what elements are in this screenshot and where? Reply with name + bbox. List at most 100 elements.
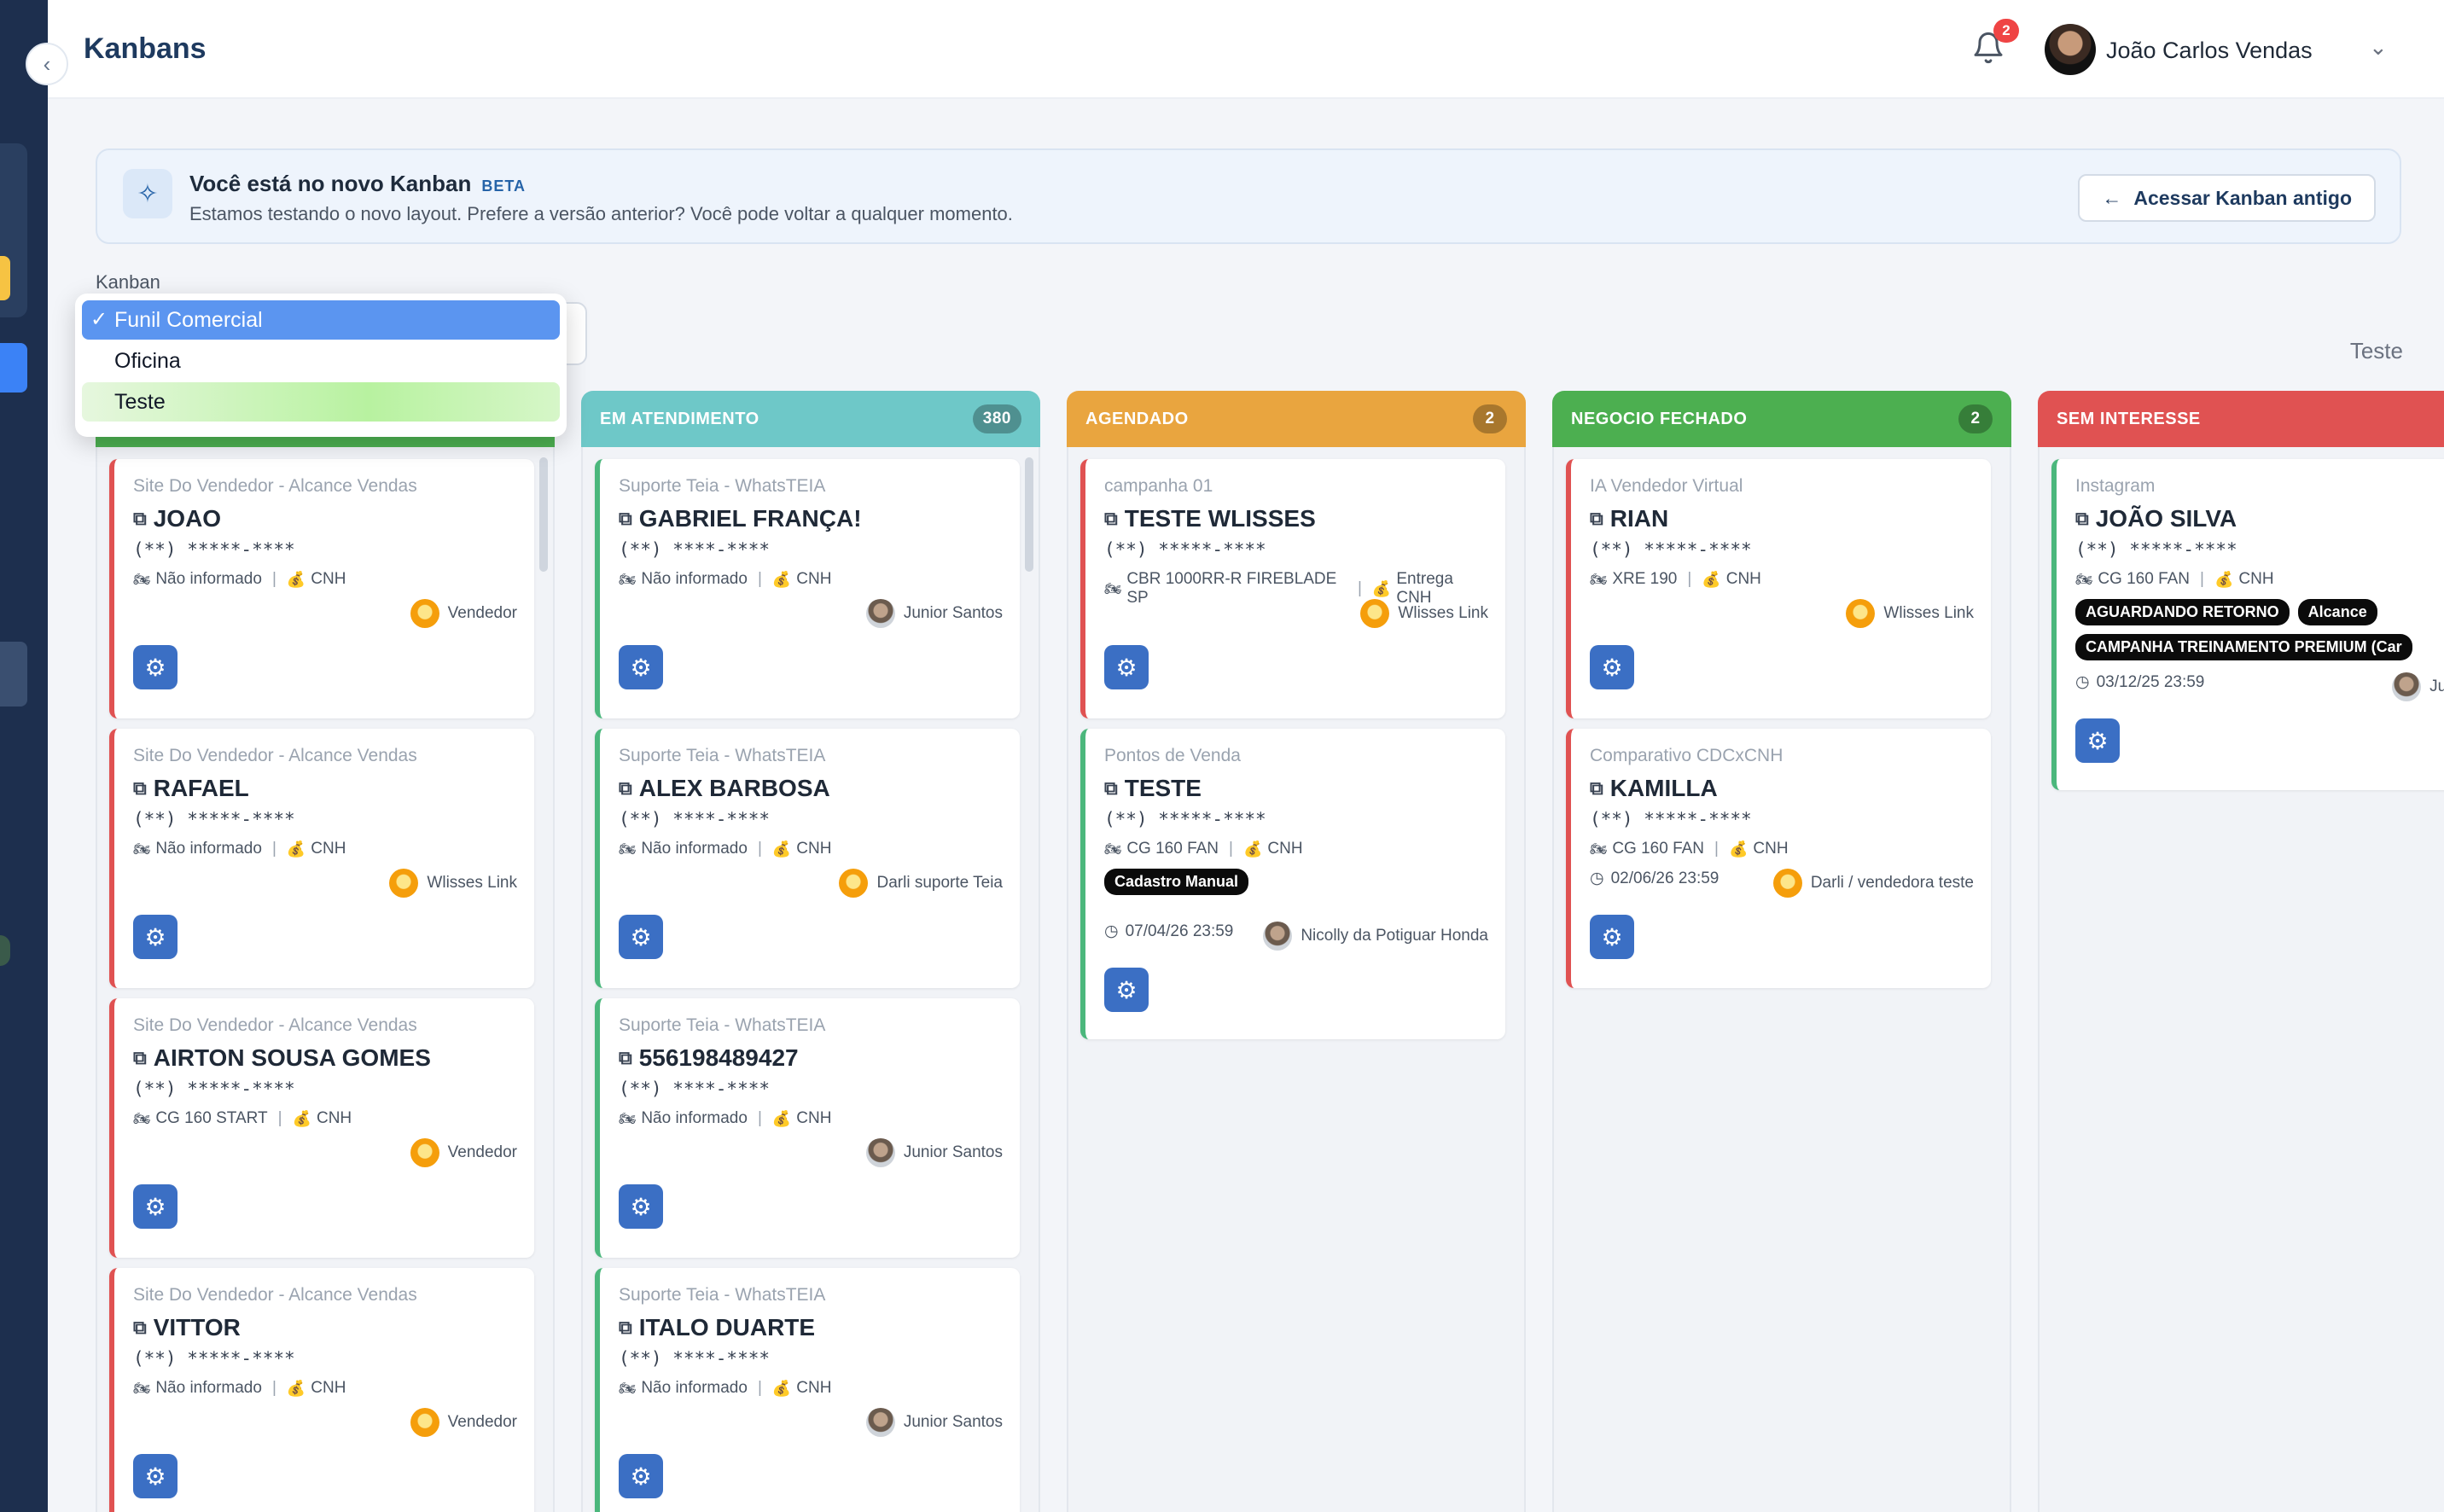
- card-phone: (**) ****-****: [619, 809, 771, 829]
- motorcycle-icon: 🏍: [1104, 842, 1122, 857]
- card-name[interactable]: ⧉ TESTE WLISSES: [1104, 505, 1487, 532]
- kanban-dropdown[interactable]: ✓ Funil Comercial Oficina Teste: [75, 294, 567, 437]
- old-kanban-button[interactable]: ← Acessar Kanban antigo: [2078, 174, 2376, 222]
- column-title: SEM INTERESSE: [2057, 409, 2201, 428]
- external-link-icon[interactable]: ⧉: [133, 1047, 147, 1069]
- card-name[interactable]: ⧉ ALEX BARBOSA: [619, 775, 1001, 802]
- card-owner-name: Wlisses Link: [1398, 604, 1488, 622]
- card-vehicle: CG 160 FAN: [2098, 570, 2191, 588]
- tag-badge: Alcance: [2297, 599, 2377, 625]
- card-meta: 🏍 Não informado | 💰 CNH: [619, 570, 1001, 589]
- card-name[interactable]: ⧉ 556198489427: [619, 1044, 1001, 1072]
- sidebar-item[interactable]: [0, 935, 10, 966]
- lead-card[interactable]: campanha 01 ⧉ TESTE WLISSES (**) *****-****…: [1080, 459, 1505, 718]
- card-name[interactable]: ⧉ RAFAEL: [133, 775, 515, 802]
- card-name[interactable]: ⧉ JOÃO SILVA: [2075, 505, 2444, 532]
- card-name[interactable]: ⧉ TESTE: [1104, 775, 1487, 802]
- ai-bot-button[interactable]: ⚙: [1104, 968, 1149, 1012]
- external-link-icon[interactable]: ⧉: [133, 508, 147, 530]
- lead-card[interactable]: IA Vendedor Virtual ⧉ RIAN (**) *****-**** 🏍…: [1566, 459, 1991, 718]
- external-link-icon[interactable]: ⧉: [133, 777, 147, 800]
- dropdown-option[interactable]: Oficina: [82, 341, 560, 381]
- ai-bot-button[interactable]: ⚙: [133, 1184, 177, 1229]
- beta-banner: ✧ Você está no novo Kanban BETA Estamos t…: [96, 148, 2401, 244]
- ai-bot-button[interactable]: ⚙: [619, 645, 663, 689]
- ai-bot-button[interactable]: ⚙: [1590, 645, 1634, 689]
- ai-bot-button[interactable]: ⚙: [1590, 915, 1634, 959]
- lead-card[interactable]: Suporte Teia - WhatsTEIA ⧉ ITALO DUARTE (**…: [595, 1268, 1020, 1512]
- card-name[interactable]: ⧉ JOAO: [133, 505, 515, 532]
- collapse-sidebar-button[interactable]: ‹: [26, 43, 68, 85]
- lead-card[interactable]: Site Do Vendedor - Alcance Vendas ⧉ JOAO (*…: [109, 459, 534, 718]
- ai-bot-button[interactable]: ⚙: [1104, 645, 1149, 689]
- column-header[interactable]: SEM INTERESSE: [2038, 391, 2444, 447]
- column-header[interactable]: NEGOCIO FECHADO 2: [1552, 391, 2011, 447]
- external-link-icon[interactable]: ⧉: [619, 1047, 632, 1069]
- chevron-down-icon[interactable]: ⌄: [2369, 34, 2388, 61]
- dropdown-option[interactable]: ✓ Funil Comercial: [82, 300, 560, 340]
- external-link-icon[interactable]: ⧉: [1104, 508, 1118, 530]
- ai-bot-button[interactable]: ⚙: [133, 1454, 177, 1498]
- card-date: ◷ 03/12/25 23:59: [2075, 672, 2204, 692]
- card-name[interactable]: ⧉ GABRIEL FRANÇA!: [619, 505, 1001, 532]
- card-phone: (**) *****-****: [133, 1348, 295, 1369]
- column-body: campanha 01 ⧉ TESTE WLISSES (**) *****-****…: [1067, 447, 1526, 1512]
- external-link-icon[interactable]: ⧉: [619, 1317, 632, 1339]
- card-owner-name: Wlisses Link: [1883, 604, 1974, 622]
- card-source: Suporte Teia - WhatsTEIA: [619, 746, 826, 765]
- ai-bot-button[interactable]: ⚙: [619, 915, 663, 959]
- card-name[interactable]: ⧉ ITALO DUARTE: [619, 1314, 1001, 1341]
- ai-bot-button[interactable]: ⚙: [2075, 718, 2120, 763]
- external-link-icon[interactable]: ⧉: [133, 1317, 147, 1339]
- clock-icon: ◷: [2075, 673, 2090, 691]
- lead-card[interactable]: Pontos de Venda ⧉ TESTE (**) *****-**** 🏍 CG …: [1080, 729, 1505, 1039]
- chevron-left-icon: ‹: [43, 50, 51, 77]
- lead-card[interactable]: Suporte Teia - WhatsTEIA ⧉ ALEX BARBOSA (**…: [595, 729, 1020, 988]
- column-header[interactable]: AGENDADO 2: [1067, 391, 1526, 447]
- external-link-icon[interactable]: ⧉: [2075, 508, 2089, 530]
- card-name[interactable]: ⧉ AIRTON SOUSA GOMES: [133, 1044, 515, 1072]
- ai-bot-button[interactable]: ⚙: [619, 1454, 663, 1498]
- card-name[interactable]: ⧉ RIAN: [1590, 505, 1972, 532]
- money-bag-icon: 💰: [771, 570, 792, 588]
- sidebar-item[interactable]: [0, 642, 27, 707]
- external-link-icon[interactable]: ⧉: [619, 777, 632, 800]
- sidebar-item[interactable]: [0, 343, 27, 393]
- lead-card[interactable]: Instagram ⧉ JOÃO SILVA (**) *****-**** 🏍 CG 1…: [2051, 459, 2444, 790]
- ai-bot-button[interactable]: ⚙: [133, 915, 177, 959]
- card-name[interactable]: ⧉ VITTOR: [133, 1314, 515, 1341]
- card-source: campanha 01: [1104, 476, 1213, 496]
- lead-card[interactable]: Comparativo CDCxCNH ⧉ KAMILLA (**) *****-**…: [1566, 729, 1991, 988]
- user-name[interactable]: João Carlos Vendas: [2106, 38, 2313, 64]
- money-bag-icon: 💰: [286, 840, 306, 858]
- card-name-text: GABRIEL FRANÇA!: [638, 505, 862, 532]
- avatar[interactable]: [2045, 24, 2096, 75]
- card-name[interactable]: ⧉ KAMILLA: [1590, 775, 1972, 802]
- card-owner-name: Junior Santos: [903, 1143, 1003, 1161]
- lead-card[interactable]: Suporte Teia - WhatsTEIA ⧉ GABRIEL FRANÇA!…: [595, 459, 1020, 718]
- card-vehicle: Não informado: [155, 840, 262, 858]
- ai-bot-button[interactable]: ⚙: [133, 645, 177, 689]
- column-title: AGENDADO: [1085, 409, 1189, 428]
- owner-avatar: [865, 1408, 895, 1437]
- external-link-icon[interactable]: ⧉: [1590, 508, 1603, 530]
- page-title: Kanbans: [84, 32, 207, 65]
- column-header[interactable]: EM ATENDIMENTO 380: [581, 391, 1040, 447]
- card-owner-name: Juni: [2429, 677, 2444, 695]
- card-phone: (**) ****-****: [619, 539, 771, 560]
- lead-card[interactable]: Site Do Vendedor - Alcance Vendas ⧉ AIRTON…: [109, 998, 534, 1258]
- lead-card[interactable]: Site Do Vendedor - Alcance Vendas ⧉ VITTOR…: [109, 1268, 534, 1512]
- motorcycle-icon: 🏍: [133, 842, 151, 857]
- scrollbar[interactable]: [1025, 457, 1033, 572]
- card-owner-name: Wlisses Link: [427, 874, 517, 892]
- external-link-icon[interactable]: ⧉: [1104, 777, 1118, 800]
- external-link-icon[interactable]: ⧉: [1590, 777, 1603, 800]
- ai-bot-button[interactable]: ⚙: [619, 1184, 663, 1229]
- notification-badge: 2: [1993, 19, 2019, 43]
- external-link-icon[interactable]: ⧉: [619, 508, 632, 530]
- dropdown-option[interactable]: Teste: [82, 382, 560, 422]
- scrollbar[interactable]: [539, 457, 548, 572]
- lead-card[interactable]: Site Do Vendedor - Alcance Vendas ⧉ RAFAEL…: [109, 729, 534, 988]
- lead-card[interactable]: Suporte Teia - WhatsTEIA ⧉ 556198489427 (**…: [595, 998, 1020, 1258]
- card-meta: 🏍 Não informado | 💰 CNH: [133, 570, 515, 589]
